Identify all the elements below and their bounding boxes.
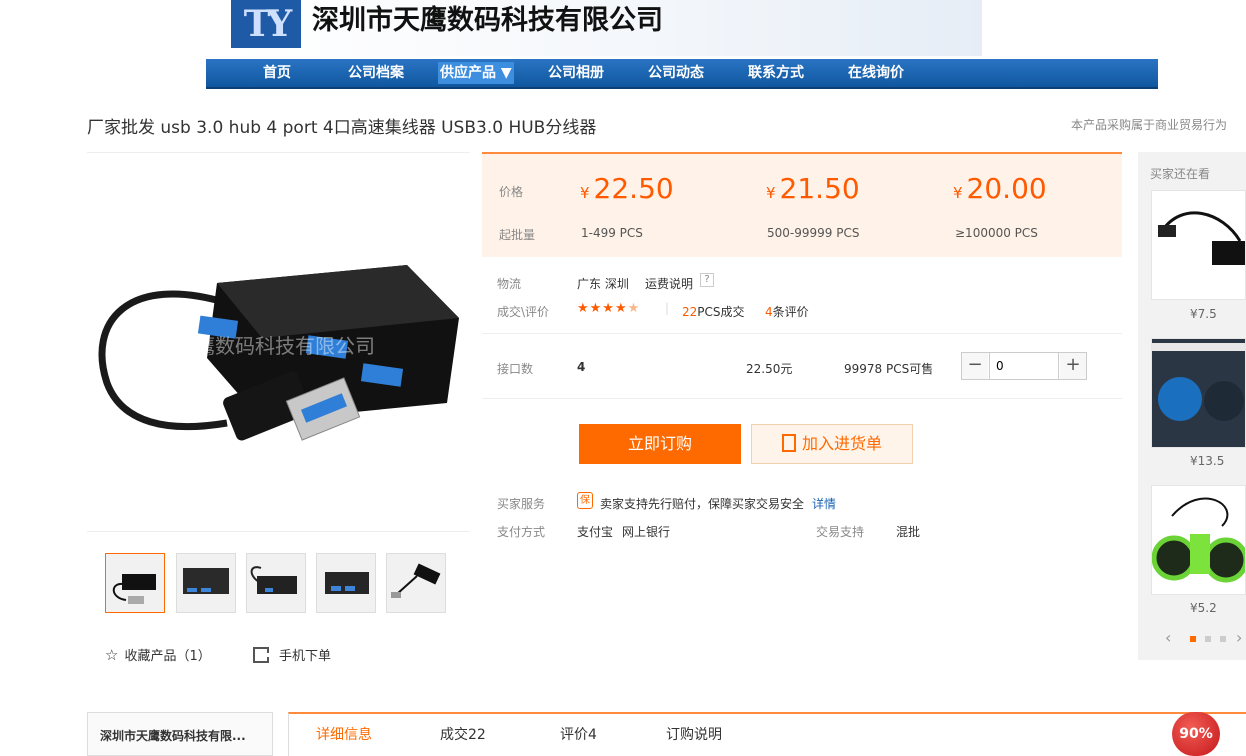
qty-tier-1: 1-499 PCS bbox=[581, 226, 643, 240]
moq-label: 起批量 bbox=[499, 228, 536, 242]
help-icon[interactable]: ? bbox=[700, 273, 714, 287]
deals-label: 成交\评价 bbox=[497, 305, 550, 319]
add-to-cart-label: 加入进货单 bbox=[801, 434, 882, 453]
favorite-label: 收藏产品（1） bbox=[124, 649, 211, 664]
related-product-image bbox=[1158, 211, 1245, 265]
unit-price: 22.50元 bbox=[746, 362, 793, 376]
favorite-button[interactable]: ☆ 收藏产品（1） bbox=[105, 645, 211, 664]
thumbnail-4[interactable] bbox=[316, 553, 376, 613]
related-product-image bbox=[1152, 339, 1245, 447]
nav-news[interactable]: 公司动态 bbox=[648, 59, 704, 87]
divider bbox=[482, 398, 1122, 399]
qty-tier-2: 500-99999 PCS bbox=[767, 226, 860, 240]
related-product-3[interactable] bbox=[1151, 485, 1246, 595]
service-text: 卖家支持先行赔付，保障买家交易安全 bbox=[600, 497, 805, 511]
tab-reviews[interactable]: 评价4 bbox=[560, 724, 597, 744]
thumb-image bbox=[391, 563, 441, 598]
payment-bank: 网上银行 bbox=[622, 525, 671, 539]
tab-order-info[interactable]: 订购说明 bbox=[666, 724, 722, 744]
logistics-location: 广东 深圳 bbox=[577, 277, 629, 291]
qr-code-icon bbox=[253, 647, 269, 663]
minus-button[interactable]: − bbox=[962, 353, 988, 379]
title-note: 本产品采购属于商业贸易行为 bbox=[1071, 118, 1228, 132]
shop-name[interactable]: 深圳市天鹰数码科技有限... bbox=[100, 727, 246, 744]
product-main-image[interactable]: 深圳市天鹰数码科技有限公司 bbox=[87, 152, 470, 532]
mobile-order-button[interactable]: 手机下单 bbox=[253, 645, 331, 664]
review-count[interactable]: 4条评价 bbox=[765, 303, 809, 320]
thumbnail-1[interactable] bbox=[105, 553, 165, 613]
spec-label: 接口数 bbox=[497, 362, 534, 376]
related-product-price: ¥5.2 bbox=[1190, 601, 1217, 615]
payment-alipay: 支付宝 bbox=[577, 525, 614, 539]
clipboard-icon bbox=[781, 434, 796, 452]
related-product-1[interactable] bbox=[1151, 190, 1246, 300]
tab-deals[interactable]: 成交22 bbox=[440, 724, 486, 744]
related-product-price: ¥7.5 bbox=[1190, 307, 1217, 321]
qty-tier-3: ≥100000 PCS bbox=[955, 226, 1038, 240]
rating-stars-icon: ★★★★★ bbox=[577, 301, 641, 316]
add-to-cart-button[interactable]: 加入进货单 bbox=[751, 424, 913, 464]
thumb-image bbox=[183, 568, 229, 594]
sidebar-title: 买家还在看 bbox=[1150, 167, 1211, 181]
payment-label: 支付方式 bbox=[497, 525, 546, 539]
price-tier-3: ¥20.00 bbox=[953, 172, 1047, 205]
deal-count[interactable]: 22PCS成交 bbox=[682, 303, 745, 320]
quantity-input[interactable] bbox=[989, 353, 1059, 379]
mobile-order-label: 手机下单 bbox=[279, 649, 332, 664]
star-outline-icon: ☆ bbox=[105, 646, 119, 664]
service-label: 买家服务 bbox=[497, 497, 546, 511]
spec-value: 4 bbox=[577, 360, 586, 374]
thumb-image bbox=[112, 574, 156, 604]
chevron-left-icon[interactable]: ‹ bbox=[1165, 628, 1171, 647]
divider bbox=[482, 333, 1122, 334]
stock-available: 99978 PCS可售 bbox=[844, 362, 934, 376]
nav-album[interactable]: 公司相册 bbox=[548, 59, 604, 87]
thumbnail-5[interactable] bbox=[386, 553, 446, 613]
related-product-image bbox=[1152, 497, 1245, 583]
nav-inquiry[interactable]: 在线询价 bbox=[848, 59, 904, 87]
thumb-image bbox=[325, 572, 369, 594]
nav-company-profile[interactable]: 公司档案 bbox=[348, 59, 404, 87]
chevron-right-icon[interactable]: › bbox=[1236, 628, 1242, 647]
price-label: 价格 bbox=[499, 185, 524, 199]
company-logo[interactable]: TY bbox=[231, 0, 301, 48]
service-details-link[interactable]: 详情 bbox=[812, 495, 836, 512]
carousel-dot-active[interactable] bbox=[1190, 636, 1196, 642]
thumbnail-2[interactable] bbox=[176, 553, 236, 613]
main-nav: 首页 公司档案 供应产品 ▼ 公司相册 公司动态 联系方式 在线询价 bbox=[206, 59, 1158, 89]
page-title: 厂家批发 usb 3.0 hub 4 port 4口高速集线器 USB3.0 H… bbox=[87, 118, 597, 138]
tab-details[interactable]: 详细信息 bbox=[316, 724, 372, 744]
nav-products[interactable]: 供应产品 ▼ bbox=[438, 62, 514, 84]
related-product-price: ¥13.5 bbox=[1190, 454, 1225, 468]
guarantee-shield-icon: 保 bbox=[577, 492, 593, 509]
quantity-stepper: − + bbox=[961, 352, 1087, 380]
nav-home[interactable]: 首页 bbox=[263, 59, 291, 87]
price-tier-2: ¥21.50 bbox=[766, 172, 860, 205]
company-name: 深圳市天鹰数码科技有限公司 bbox=[312, 5, 663, 36]
price-panel: 价格 起批量 ¥22.50 ¥21.50 ¥20.00 1-499 PCS 50… bbox=[482, 152, 1122, 257]
plus-button[interactable]: + bbox=[1060, 353, 1086, 379]
image-watermark: 深圳市天鹰数码科技有限公司 bbox=[115, 334, 375, 358]
thumbnail-3[interactable] bbox=[246, 553, 306, 613]
thumb-image bbox=[250, 566, 297, 594]
trade-support-label: 交易支持 bbox=[816, 525, 865, 539]
shipping-info-link[interactable]: 运费说明 bbox=[645, 275, 693, 292]
carousel-dot[interactable] bbox=[1205, 636, 1211, 642]
buy-now-button[interactable]: 立即订购 bbox=[579, 424, 741, 464]
usb-hub-image: 深圳市天鹰数码科技有限公司 bbox=[98, 265, 459, 441]
nav-contact[interactable]: 联系方式 bbox=[748, 59, 804, 87]
related-product-2[interactable] bbox=[1151, 338, 1246, 448]
speed-badge[interactable]: 90% bbox=[1172, 712, 1220, 756]
price-tier-1: ¥22.50 bbox=[580, 172, 674, 205]
logistics-label: 物流 bbox=[497, 277, 522, 291]
trade-support-value: 混批 bbox=[896, 525, 921, 539]
carousel-dot[interactable] bbox=[1220, 636, 1226, 642]
detail-tab-bar bbox=[288, 712, 1246, 756]
separator: | bbox=[665, 301, 670, 315]
